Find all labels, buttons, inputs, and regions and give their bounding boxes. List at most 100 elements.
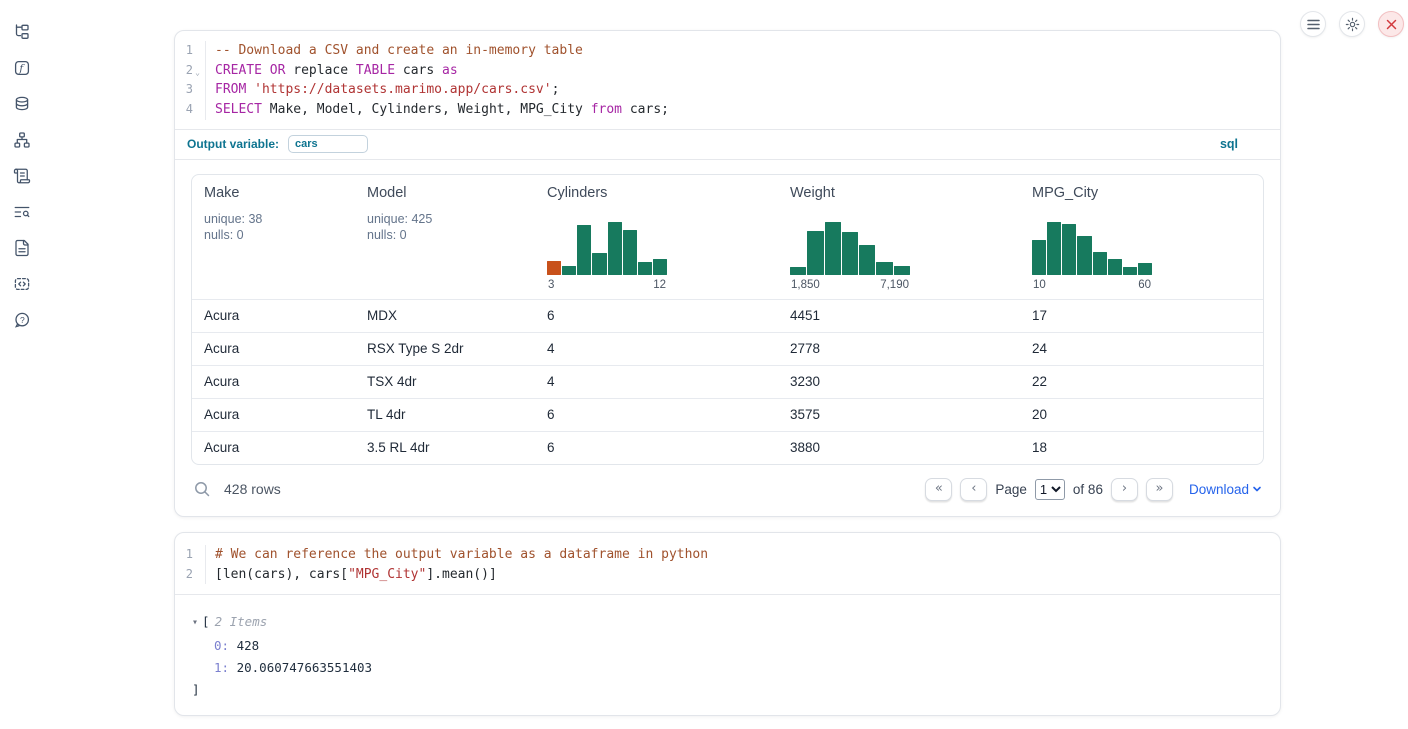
help-icon[interactable]: ? <box>13 311 31 329</box>
functions-icon[interactable]: f <box>13 59 31 77</box>
table-cell: Acura <box>192 308 355 323</box>
histogram-bar <box>894 266 910 274</box>
table-row[interactable]: Acura3.5 RL 4dr6388018 <box>192 431 1263 464</box>
table-row[interactable]: AcuraMDX6445117 <box>192 299 1263 332</box>
column-label: MPG_City <box>1032 185 1251 201</box>
table-cell: 17 <box>1020 308 1263 323</box>
column-stats: unique: 38nulls: 0 <box>204 211 343 244</box>
settings-button[interactable] <box>1339 11 1365 37</box>
notebook-main: 1-- Download a CSV and create an in-memo… <box>174 30 1281 716</box>
histogram-axis-labels: 312 <box>547 279 667 291</box>
documentation-icon[interactable] <box>13 239 31 257</box>
column-label: Cylinders <box>547 185 766 201</box>
line-number: 2 <box>175 565 206 585</box>
code-text: SELECT Make, Model, Cylinders, Weight, M… <box>206 100 669 120</box>
table-header-row: Makeunique: 38nulls: 0 Model unique: 425nu… <box>192 175 1263 299</box>
code-text: # We can reference the output variable a… <box>206 545 708 565</box>
gear-icon <box>1345 17 1360 32</box>
code-line: 3FROM 'https://datasets.marimo.app/cars.… <box>175 80 1280 100</box>
column-header-weight[interactable]: Weight1,8507,190 <box>778 175 1020 299</box>
code-text: FROM 'https://datasets.marimo.app/cars.c… <box>206 80 559 100</box>
column-header-cylinders[interactable]: Cylinders 312 <box>535 175 778 299</box>
histogram-bar <box>1047 222 1061 275</box>
hamburger-icon <box>1307 19 1320 30</box>
item-index: 0: <box>214 638 229 653</box>
table-cell: 6 <box>535 440 778 455</box>
close-bracket: ] <box>192 679 1264 701</box>
output-variable-input[interactable] <box>288 135 368 153</box>
page-total: of 86 <box>1073 482 1103 497</box>
download-button[interactable]: Download <box>1189 482 1262 497</box>
code-line: 1# We can reference the output variable … <box>175 545 1280 565</box>
output-variable-row: Output variable: sql <box>175 130 1280 159</box>
next-page-button[interactable]: › <box>1111 478 1138 501</box>
table-cell: Acura <box>192 407 355 422</box>
code-line: 4SELECT Make, Model, Cylinders, Weight, … <box>175 100 1280 120</box>
histogram-bar <box>623 230 637 275</box>
table-cell: Acura <box>192 341 355 356</box>
column-header-mpg_city[interactable]: MPG_City 1060 <box>1020 175 1263 299</box>
tree-item: 0: 428 <box>192 635 1264 657</box>
line-number: 1 <box>175 545 206 565</box>
histogram-bar <box>1138 263 1152 275</box>
code-text: -- Download a CSV and create an in-memor… <box>206 41 583 61</box>
python-cell: 1# We can reference the output variable … <box>174 532 1281 717</box>
line-number: 1 <box>175 41 206 61</box>
svg-text:f: f <box>18 63 25 75</box>
sql-code-editor[interactable]: 1-- Download a CSV and create an in-memo… <box>175 31 1280 129</box>
menu-button[interactable] <box>1300 11 1326 37</box>
column-label: Model <box>367 185 523 201</box>
table-cell: 4451 <box>778 308 1020 323</box>
histogram-bar <box>608 222 622 275</box>
collapse-chevron-icon[interactable]: ▾ <box>192 612 198 634</box>
search-icon[interactable] <box>193 480 211 498</box>
last-page-button[interactable]: » <box>1146 478 1173 501</box>
table-cell: Acura <box>192 374 355 389</box>
page-select[interactable]: 1 <box>1035 479 1065 500</box>
first-page-button[interactable]: « <box>925 478 952 501</box>
table-cell: 3575 <box>778 407 1020 422</box>
table-cell: Acura <box>192 440 355 455</box>
items-count-label: 2 Items <box>215 611 268 633</box>
table-cell: 3.5 RL 4dr <box>355 440 535 455</box>
histogram-bar <box>859 245 875 275</box>
shutdown-button[interactable] <box>1378 11 1404 37</box>
table-row[interactable]: AcuraRSX Type S 2dr4277824 <box>192 332 1263 365</box>
open-bracket: [ <box>202 611 210 633</box>
table-row[interactable]: AcuraTL 4dr6357520 <box>192 398 1263 431</box>
table-cell: 4 <box>535 374 778 389</box>
column-histogram: 1,8507,190 <box>790 222 910 291</box>
file-explorer-icon[interactable] <box>13 23 31 41</box>
prev-page-button[interactable]: ‹ <box>960 478 987 501</box>
table-cell: 20 <box>1020 407 1263 422</box>
output-variable-label: Output variable: <box>187 137 279 151</box>
table-row[interactable]: AcuraTSX 4dr4323022 <box>192 365 1263 398</box>
line-number: 3 <box>175 80 206 100</box>
datasources-icon[interactable] <box>13 95 31 113</box>
histogram-bar <box>1077 236 1091 275</box>
tree-item: 1: 20.060747663551403 <box>192 657 1264 679</box>
histogram-bar <box>1123 267 1137 274</box>
table-cell: 2778 <box>778 341 1020 356</box>
language-badge[interactable]: sql <box>1220 137 1238 151</box>
table-cell: MDX <box>355 308 535 323</box>
histogram-bar <box>790 267 806 275</box>
chevron-down-icon <box>1252 484 1262 494</box>
logs-icon[interactable] <box>13 203 31 221</box>
histogram-axis-labels: 1060 <box>1032 279 1152 291</box>
code-line: 1-- Download a CSV and create an in-memo… <box>175 41 1280 61</box>
column-stats: unique: 425nulls: 0 <box>367 211 523 244</box>
python-code-editor[interactable]: 1# We can reference the output variable … <box>175 533 1280 594</box>
tree-root[interactable]: ▾[2 Items <box>192 611 1264 635</box>
column-header-model[interactable]: Model unique: 425nulls: 0 <box>355 175 535 299</box>
column-header-make[interactable]: Makeunique: 38nulls: 0 <box>192 175 355 299</box>
scratchpad-icon[interactable] <box>13 167 31 185</box>
snippets-icon[interactable] <box>13 275 31 293</box>
table-cell: 3880 <box>778 440 1020 455</box>
code-line: 2⌄CREATE OR replace TABLE cars as <box>175 61 1280 81</box>
fold-chevron-icon[interactable]: ⌄ <box>193 63 202 83</box>
table-cell: RSX Type S 2dr <box>355 341 535 356</box>
dependency-graph-icon[interactable] <box>13 131 31 149</box>
line-number: 4 <box>175 100 206 120</box>
table-cell: 4 <box>535 341 778 356</box>
